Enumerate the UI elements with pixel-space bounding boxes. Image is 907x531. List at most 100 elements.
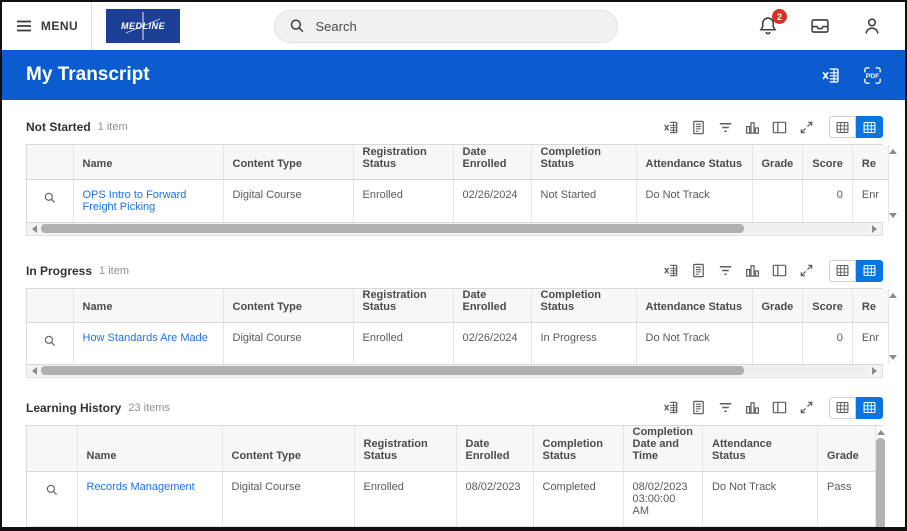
table-cell: 02/26/2024: [453, 322, 532, 364]
export-excel-button[interactable]: [821, 65, 842, 86]
filter-button[interactable]: [717, 262, 734, 279]
svg-text:MEDLINE: MEDLINE: [121, 21, 165, 31]
column-header[interactable]: Score: [802, 288, 853, 323]
column-header[interactable]: Content Type: [223, 145, 354, 180]
transcript-content: Not Started 1 item Name Content Type Regis…: [2, 114, 905, 527]
column-header[interactable]: Completion Status: [531, 288, 637, 323]
filter-button[interactable]: [717, 119, 734, 136]
table-toolbar: [663, 116, 883, 138]
printable-version-button[interactable]: [690, 262, 707, 279]
column-header[interactable]: Grade: [752, 145, 804, 180]
search-input[interactable]: [315, 18, 603, 34]
row-preview-button[interactable]: [27, 525, 78, 527]
column-header[interactable]: Date Enrolled: [456, 425, 534, 472]
scroll-down-icon[interactable]: [889, 212, 897, 218]
scroll-left-icon[interactable]: [32, 366, 37, 375]
scroll-right-icon[interactable]: [872, 224, 877, 233]
course-link[interactable]: OPS Intro to Forward Freight Picking: [83, 189, 187, 213]
column-header[interactable]: Name: [77, 425, 223, 472]
scrollbar-thumb[interactable]: [876, 437, 885, 527]
column-header[interactable]: Re: [852, 145, 890, 180]
printable-version-button[interactable]: [690, 399, 707, 416]
column-header[interactable]: Completion Status: [531, 145, 637, 180]
export-pdf-button[interactable]: PDF: [862, 65, 883, 86]
column-header[interactable]: Grade: [817, 425, 876, 472]
menu-button[interactable]: MENU: [2, 2, 92, 50]
column-header[interactable]: Date Enrolled: [453, 145, 532, 180]
scroll-right-icon[interactable]: [872, 366, 877, 375]
grid-view-active-button[interactable]: [856, 396, 883, 419]
notifications-button[interactable]: 2: [757, 9, 787, 37]
section-title: In Progress: [26, 263, 93, 278]
table-cell: 0: [802, 322, 853, 364]
medline-logo[interactable]: MEDLINE: [106, 9, 180, 43]
page-header: My Transcript PDF: [2, 50, 905, 100]
grid-view-button[interactable]: [829, 396, 856, 419]
expand-button[interactable]: [798, 119, 815, 136]
global-search[interactable]: [274, 9, 618, 43]
column-header[interactable]: Registration Status: [354, 425, 457, 472]
scroll-left-icon[interactable]: [32, 224, 37, 233]
vertical-scrollbar[interactable]: [876, 425, 885, 527]
export-to-excel-button[interactable]: [663, 262, 680, 279]
vertical-scrollbar[interactable]: [889, 288, 897, 364]
table-cell: 08/02/2023 03:00:00 AM: [623, 525, 703, 527]
table-cell: Digital Course: [223, 322, 354, 364]
course-link[interactable]: Records Management: [87, 481, 195, 493]
grid-view-button[interactable]: [829, 259, 856, 282]
expand-button[interactable]: [798, 399, 815, 416]
inbox-button[interactable]: [809, 15, 831, 37]
scroll-up-icon[interactable]: [889, 149, 897, 154]
horizontal-scrollbar[interactable]: [26, 364, 883, 378]
chart-button[interactable]: [744, 262, 761, 279]
scrollbar-thumb[interactable]: [41, 366, 744, 375]
chart-button[interactable]: [744, 119, 761, 136]
course-link[interactable]: How Standards Are Made: [83, 332, 208, 344]
export-to-excel-button[interactable]: [663, 399, 680, 416]
column-header[interactable]: Name: [73, 288, 224, 323]
column-header[interactable]: Re: [852, 288, 890, 323]
column-header[interactable]: Date Enrolled: [453, 288, 532, 323]
column-header[interactable]: Completion Date and Time: [623, 425, 703, 472]
column-header[interactable]: Grade: [752, 288, 804, 323]
column-header[interactable]: Name: [73, 145, 224, 180]
export-to-excel-button[interactable]: [663, 119, 680, 136]
scroll-up-icon[interactable]: [876, 429, 885, 435]
grid-view-button[interactable]: [829, 116, 856, 138]
filter-button[interactable]: [717, 399, 734, 416]
row-preview-button[interactable]: [27, 322, 74, 364]
chart-button[interactable]: [744, 399, 761, 416]
column-preferences-button[interactable]: [771, 399, 788, 416]
column-header[interactable]: Score: [802, 145, 853, 180]
profile-button[interactable]: [861, 15, 883, 37]
grid-view-active-button[interactable]: [856, 259, 883, 282]
top-navigation-bar: MENU MEDLINE 2: [2, 2, 905, 50]
menu-label: MENU: [40, 19, 79, 33]
column-header[interactable]: Attendance Status: [636, 145, 753, 180]
column-preferences-button[interactable]: [771, 119, 788, 136]
scrollbar-thumb[interactable]: [41, 224, 744, 233]
scroll-up-icon[interactable]: [889, 292, 897, 298]
search-icon: [290, 19, 304, 33]
row-actions-column-header: [27, 288, 74, 323]
printable-version-button[interactable]: [690, 119, 707, 136]
column-header[interactable]: Attendance Status: [636, 288, 753, 323]
column-header[interactable]: Content Type: [222, 425, 355, 472]
column-header[interactable]: Attendance Status: [702, 425, 818, 472]
column-header[interactable]: Content Type: [223, 288, 354, 323]
vertical-scrollbar[interactable]: [889, 145, 897, 222]
svg-text:PDF: PDF: [866, 73, 880, 80]
column-header[interactable]: Registration Status: [353, 145, 454, 180]
row-preview-button[interactable]: [27, 179, 74, 222]
table-cell: Enr: [852, 179, 890, 222]
row-preview-button[interactable]: [27, 471, 78, 526]
column-header[interactable]: Registration Status: [353, 288, 454, 323]
column-preferences-button[interactable]: [771, 262, 788, 279]
grid-view-active-button[interactable]: [856, 116, 883, 138]
column-header[interactable]: Completion Status: [533, 425, 624, 472]
table-cell: Completed: [533, 471, 624, 526]
expand-button[interactable]: [798, 262, 815, 279]
horizontal-scrollbar[interactable]: [26, 222, 883, 236]
table-toolbar: [663, 396, 883, 419]
scroll-down-icon[interactable]: [889, 354, 897, 360]
